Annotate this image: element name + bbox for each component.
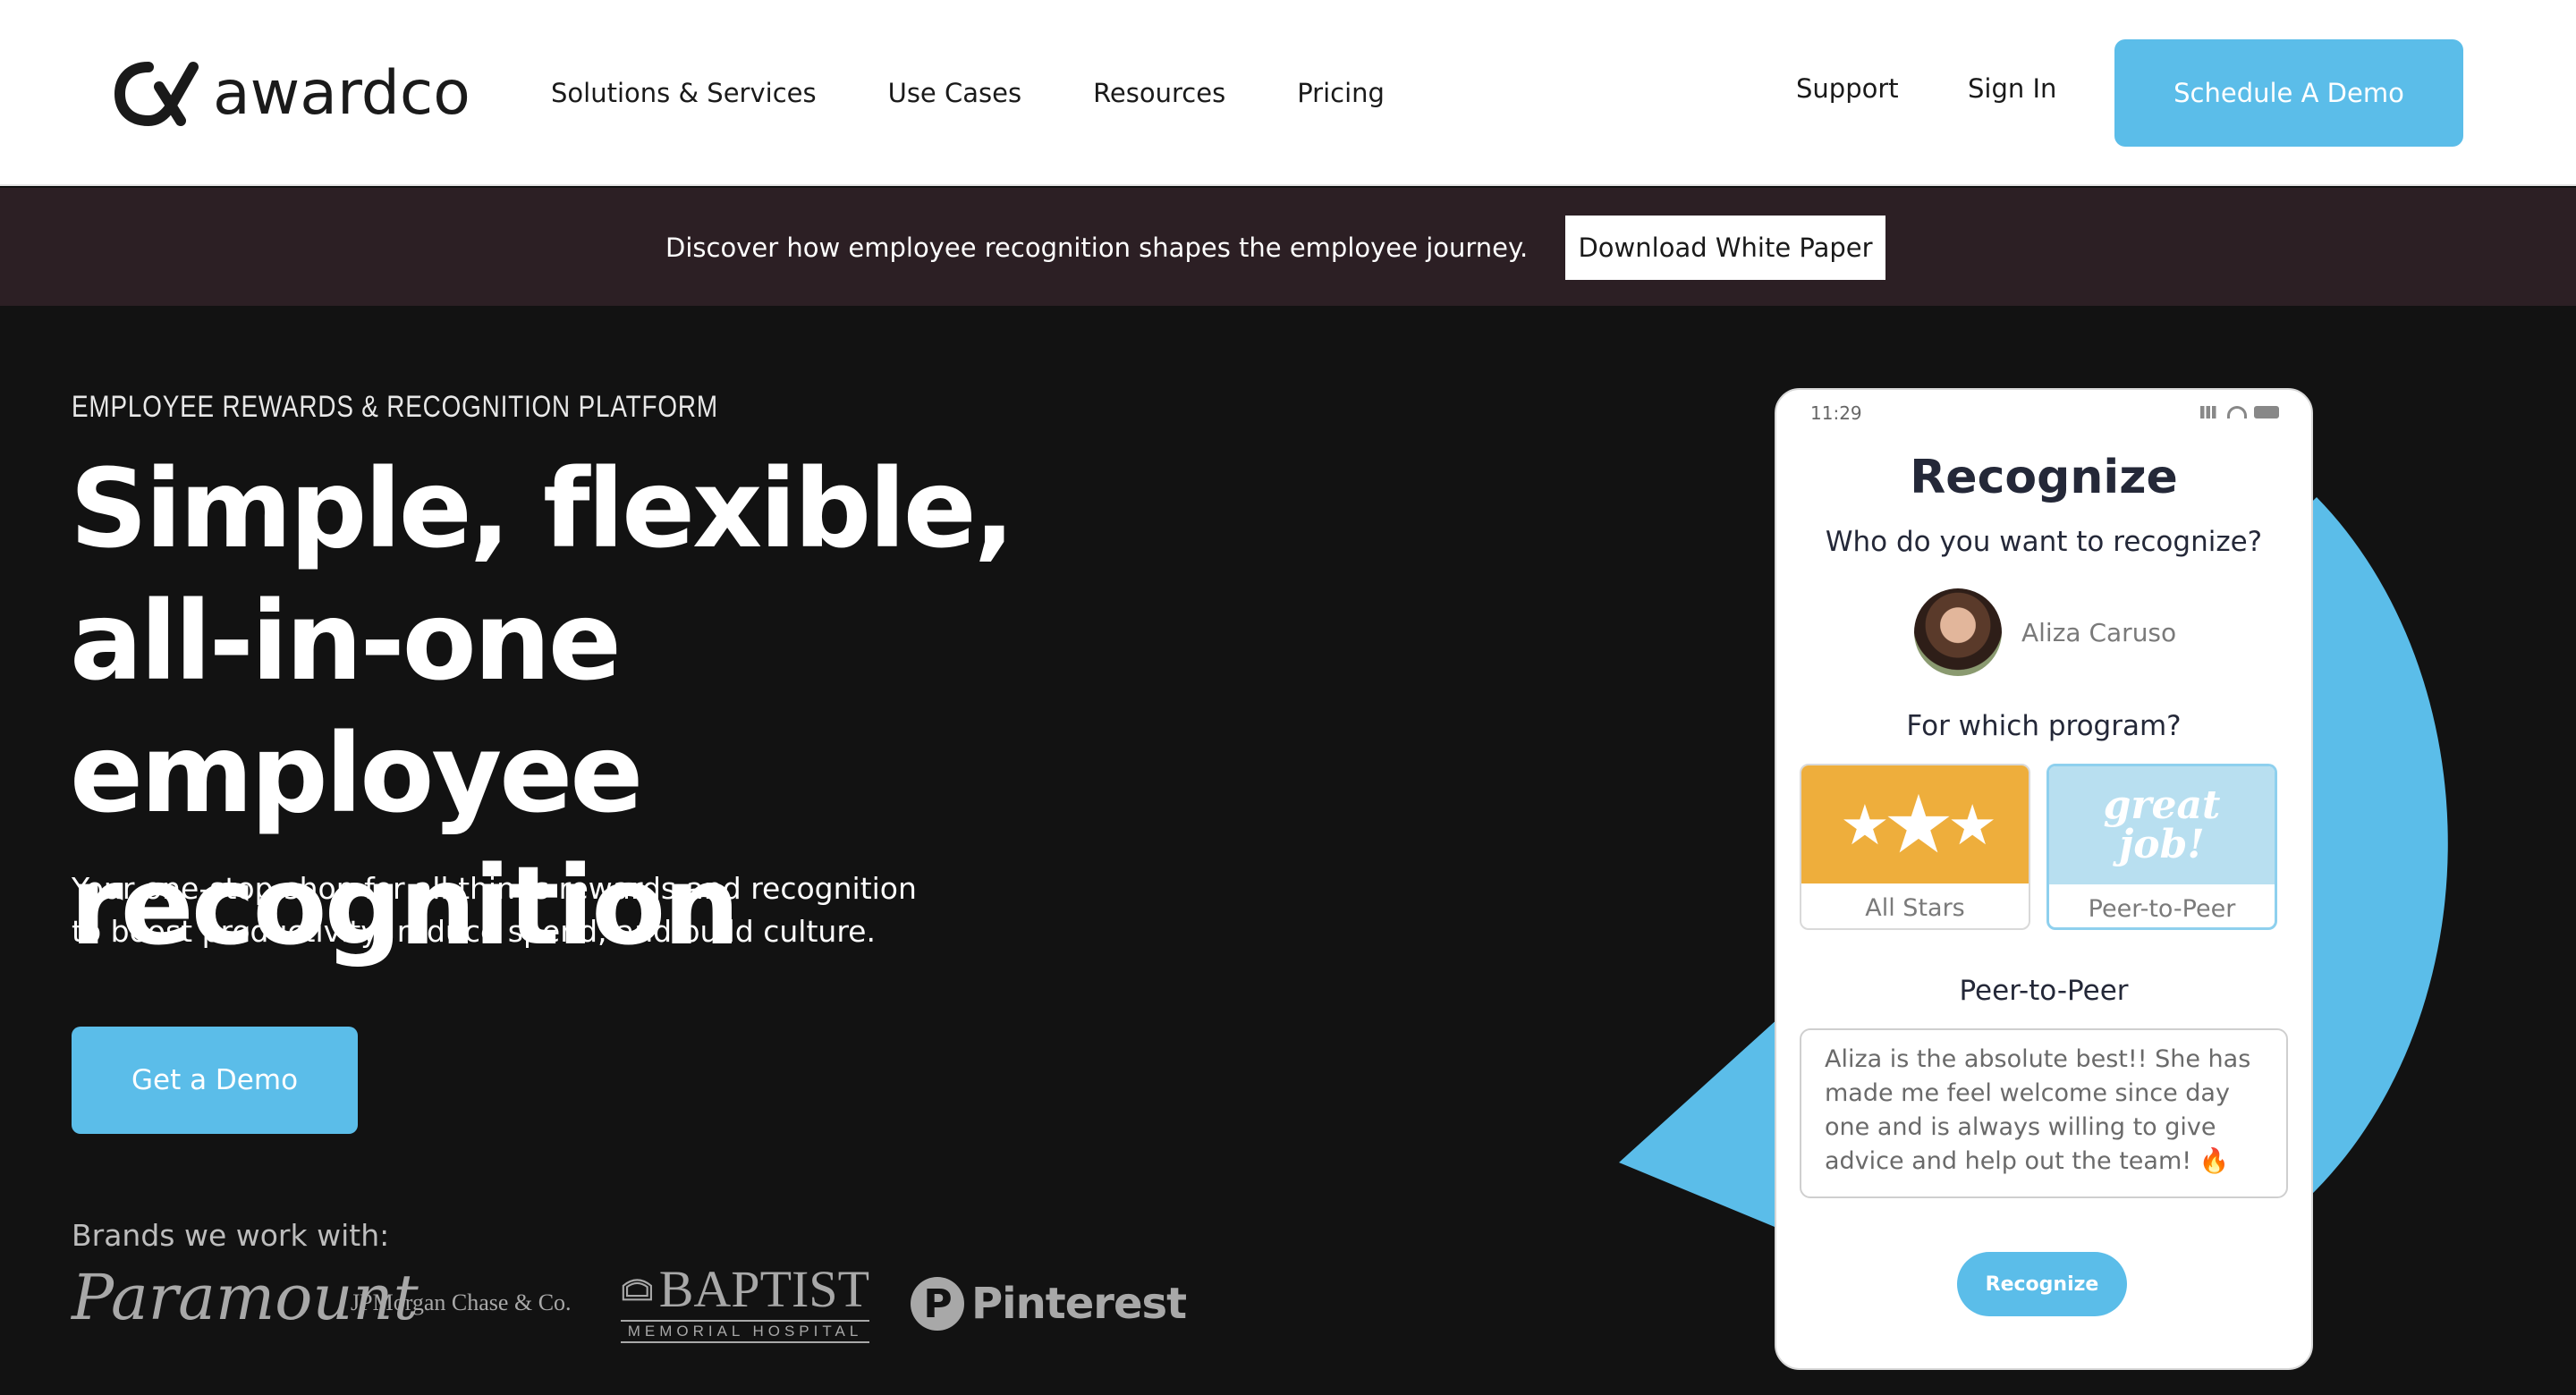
program-label: Peer-to-Peer: [2088, 894, 2236, 923]
phone-question-program: For which program?: [1906, 710, 2182, 742]
main-nav: Solutions & Services Use Cases Resources…: [551, 0, 1385, 186]
recipient-name: Aliza Caruso: [2021, 617, 2177, 647]
phone-question-who: Who do you want to recognize?: [1825, 526, 2263, 558]
nav-solutions-services[interactable]: Solutions & Services: [551, 78, 817, 108]
jpmorgan-logo: JPMorgan Chase & Co.: [351, 1289, 572, 1315]
baptist-logo: BAPTIST MEMORIAL HOSPITAL: [621, 1263, 869, 1343]
program-card-peer-to-peer[interactable]: great job! Peer-to-Peer: [2046, 764, 2277, 930]
program-label: All Stars: [1865, 893, 1965, 922]
hero-subtext: Your one-stop-shop for all things reward…: [72, 871, 917, 949]
baptist-logo-sub: MEMORIAL HOSPITAL: [621, 1320, 869, 1343]
nav-support[interactable]: Support: [1796, 73, 1899, 104]
logo-wordmark: awardco: [213, 58, 470, 129]
recognize-button[interactable]: Recognize: [1957, 1252, 2127, 1316]
great-job-art: great job!: [2049, 766, 2275, 884]
banner-text: Discover how employee recognition shapes…: [665, 232, 1529, 263]
baptist-logo-main: BAPTIST: [621, 1263, 869, 1316]
nav-use-cases[interactable]: Use Cases: [888, 78, 1021, 108]
nav-pricing[interactable]: Pricing: [1297, 78, 1385, 108]
pinterest-logo: P Pinterest: [911, 1277, 1187, 1331]
baptist-emblem-icon: [622, 1279, 652, 1301]
brands-label: Brands we work with:: [72, 1218, 390, 1253]
avatar: [1914, 588, 2002, 676]
awardco-logo[interactable]: awardco: [113, 54, 470, 134]
nav-sign-in[interactable]: Sign In: [1968, 73, 2056, 104]
nav-resources[interactable]: Resources: [1093, 78, 1225, 108]
phone-recipient[interactable]: Aliza Caruso: [1914, 588, 2176, 676]
phone-title: Recognize: [1910, 451, 2178, 504]
pinterest-icon: P: [911, 1277, 964, 1331]
battery-icon: [2254, 406, 2279, 418]
wifi-icon: [2227, 406, 2247, 418]
pinterest-wordmark: Pinterest: [971, 1279, 1187, 1329]
get-demo-button[interactable]: Get a Demo: [72, 1027, 358, 1134]
awardco-logo-icon: [114, 62, 199, 127]
stars-icon: ★ ★ ★: [1801, 765, 2029, 884]
signal-icon: [2200, 406, 2220, 418]
program-card-all-stars[interactable]: ★ ★ ★ All Stars: [1800, 764, 2030, 930]
download-white-paper-button[interactable]: Download White Paper: [1565, 216, 1885, 280]
announcement-banner: Discover how employee recognition shapes…: [0, 188, 2576, 306]
schedule-demo-button[interactable]: Schedule A Demo: [2114, 39, 2463, 147]
site-header: awardco Solutions & Services Use Cases R…: [0, 0, 2576, 186]
phone-mockup: 11:29 Recognize Who do you want to recog…: [1775, 388, 2313, 1370]
hero-eyebrow: EMPLOYEE REWARDS & RECOGNITION PLATFORM: [72, 390, 718, 424]
phone-status-icons: [2200, 406, 2279, 418]
phone-status-time: 11:29: [1810, 402, 1862, 424]
selected-program-title: Peer-to-Peer: [1959, 975, 2129, 1007]
recognition-message-field[interactable]: Aliza is the absolute best!! She has mad…: [1800, 1028, 2288, 1198]
